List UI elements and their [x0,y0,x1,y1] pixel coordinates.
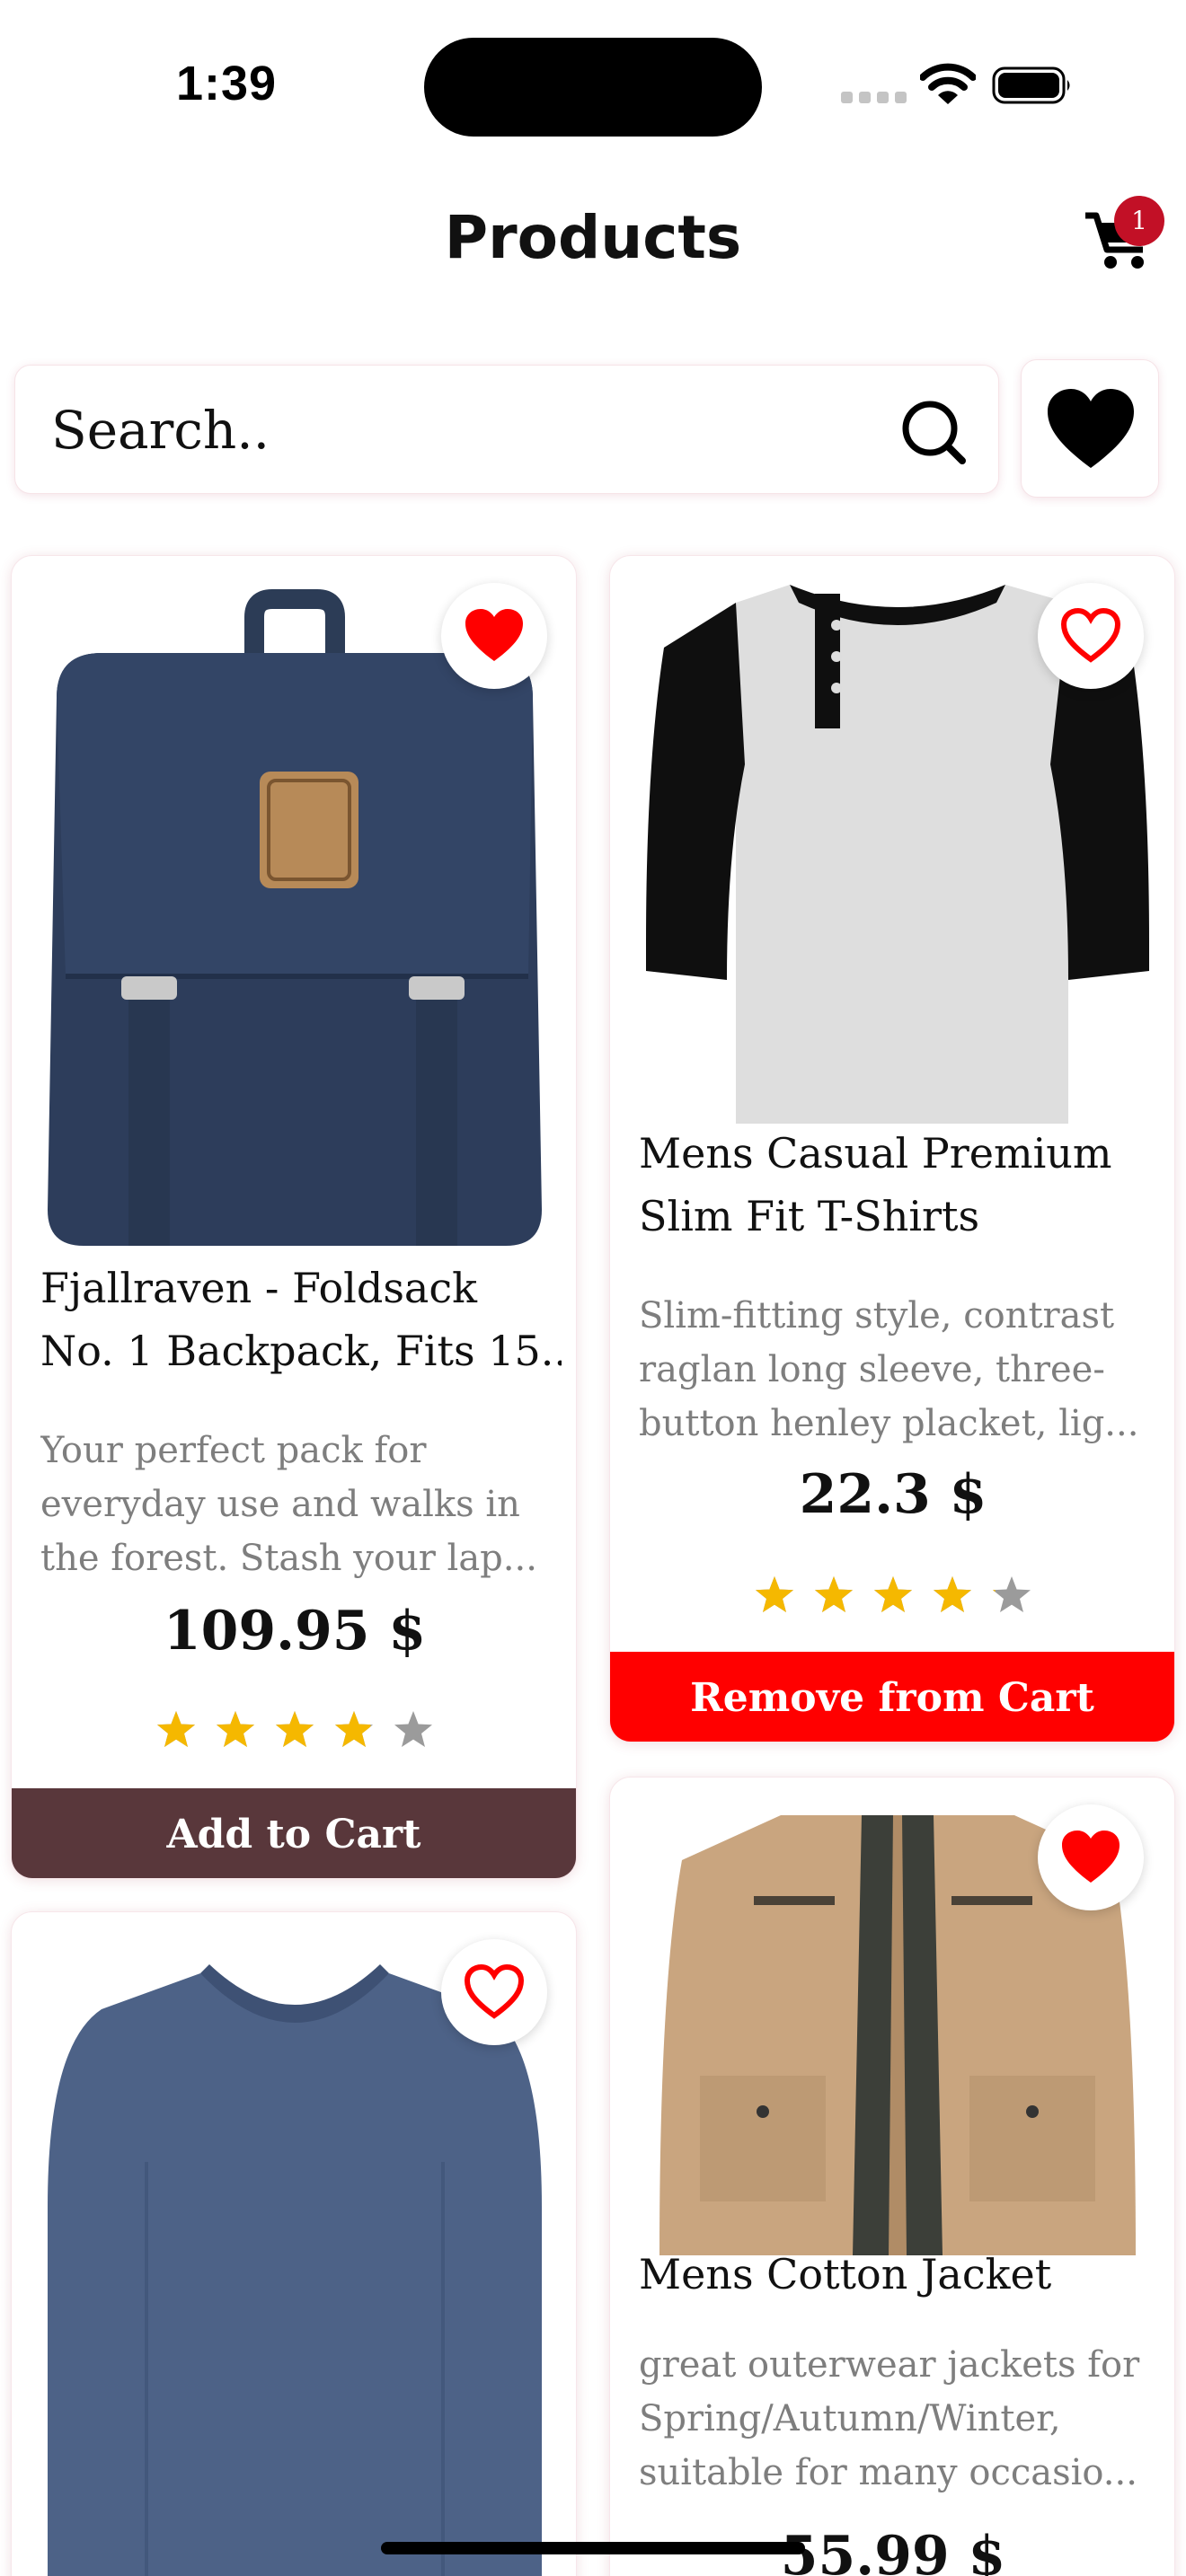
add-to-cart-button[interactable]: Add to Cart [12,1788,576,1878]
product-title-line: Mens Casual Premium [639,1129,1112,1178]
star-icon [756,1576,793,1612]
favorite-button[interactable] [441,583,547,689]
product-description-line: everyday use and walks in [40,1484,520,1525]
star-icon [815,1576,853,1612]
product-price: 109.95 $ [163,1600,427,1663]
cellular-signal-icon [841,92,907,104]
search-bar [14,365,999,494]
heart-filled-icon [465,609,523,661]
product-title-line: No. 1 Backpack, Fits 15... [40,1327,562,1375]
product-title-line: Mens Cotton Jacket [639,2250,1052,2298]
cart-count-badge: 1 [1114,196,1164,246]
page-title: Products [444,203,742,272]
search-input[interactable] [51,391,860,470]
dynamic-island [424,38,762,137]
wifi-icon [920,63,976,104]
star-icon [335,1711,373,1747]
battery-icon [992,66,1070,104]
favorites-filter-button[interactable] [1021,359,1159,498]
star-icon [276,1711,314,1747]
status-time: 1:39 [176,57,278,110]
star-icon [934,1576,971,1612]
product-description-line: button henley placket, lig... [639,1403,1139,1444]
heart-outline-icon [464,1963,525,2019]
favorite-button[interactable] [1038,583,1144,689]
product-card[interactable] [11,1911,577,2576]
product-description-line: Your perfect pack for [40,1430,427,1471]
product-price: 22.3 $ [799,1463,987,1526]
rating-stars [12,1709,576,1754]
rating-stars [610,1575,1174,1619]
search-icon[interactable] [899,398,968,466]
heart-filled-icon [1062,1831,1120,1883]
product-card[interactable]: Mens Cotton Jacket great outerwear jacke… [609,1777,1175,2576]
star-icon [157,1711,195,1747]
star-icon [874,1576,912,1612]
product-title-line: Slim Fit T-Shirts [639,1192,980,1240]
product-description-line: the forest. Stash your lap... [40,1538,537,1579]
star-icon [394,1711,432,1747]
home-indicator [381,2542,805,2554]
star-icon [993,1576,1031,1612]
star-icon [217,1711,254,1747]
heart-icon [1048,389,1134,468]
product-description-line: Spring/Autumn/Winter, [639,2398,1061,2439]
favorite-button[interactable] [441,1939,547,2045]
heart-outline-icon [1060,607,1121,663]
product-description-line: raglan long sleeve, three- [639,1349,1105,1390]
remove-from-cart-button[interactable]: Remove from Cart [610,1652,1174,1742]
favorite-button[interactable] [1038,1804,1144,1910]
product-card[interactable]: Fjallraven - Foldsack No. 1 Backpack, Fi… [11,555,577,1879]
product-title-line: Fjallraven - Foldsack [40,1264,477,1312]
product-description-line: suitable for many occasio... [639,2452,1137,2493]
product-description-line: great outerwear jackets for [639,2344,1140,2386]
product-description-line: Slim-fitting style, contrast [639,1295,1115,1337]
product-card[interactable]: Mens Casual Premium Slim Fit T-Shirts Sl… [609,555,1175,1742]
